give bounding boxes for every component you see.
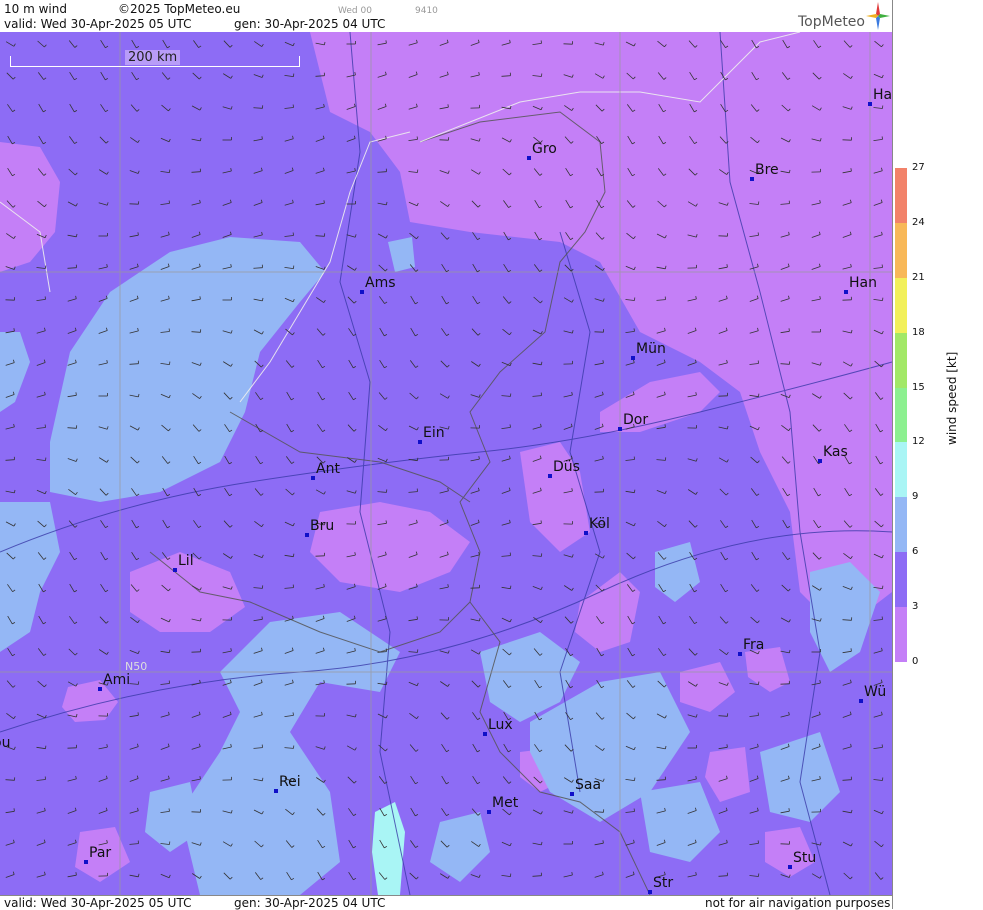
city-label: Rei bbox=[279, 774, 301, 790]
city-label: Ami bbox=[103, 672, 130, 688]
colorbar-tick: 24 bbox=[912, 217, 925, 228]
header-bar: 10 m wind ©2025 TopMeteo.eu Wed 00 9410 … bbox=[0, 0, 892, 32]
city-label: Str bbox=[653, 875, 673, 891]
city-label: Bru bbox=[310, 518, 334, 534]
colorbar-tick: 27 bbox=[912, 162, 925, 173]
city-marker bbox=[750, 177, 754, 181]
city-marker bbox=[98, 687, 102, 691]
scale-bar-label: 200 km bbox=[125, 50, 180, 65]
city-marker bbox=[818, 459, 822, 463]
city-label: Han bbox=[849, 275, 877, 291]
colorbar-segment bbox=[895, 168, 907, 223]
city-marker bbox=[859, 699, 863, 703]
city-label: Fra bbox=[743, 637, 764, 653]
city-marker bbox=[360, 290, 364, 294]
city-marker bbox=[868, 102, 872, 106]
colorbar-segment bbox=[895, 223, 907, 278]
city-marker bbox=[84, 860, 88, 864]
city-label: Dor bbox=[623, 412, 648, 428]
colorbar-label: wind speed [kt] bbox=[945, 352, 959, 445]
colorbar-segment bbox=[895, 442, 907, 497]
city-marker bbox=[418, 440, 422, 444]
colorbar-segment bbox=[895, 388, 907, 443]
city-label: Ha bbox=[873, 87, 892, 103]
valid-time: valid: Wed 30-Apr-2025 05 UTC bbox=[4, 17, 191, 31]
field-title: 10 m wind bbox=[4, 2, 67, 16]
footer-gen-time: gen: 30-Apr-2025 04 UTC bbox=[234, 896, 385, 910]
city-marker bbox=[305, 533, 309, 537]
compass-logo-icon bbox=[866, 2, 890, 30]
city-marker bbox=[788, 865, 792, 869]
colorbar-segment bbox=[895, 333, 907, 388]
city-marker bbox=[844, 290, 848, 294]
topmeteo-logo: TopMeteo bbox=[798, 14, 865, 30]
city-label: Wü bbox=[864, 684, 886, 700]
colorbar-tick: 9 bbox=[912, 491, 918, 502]
colorbar-segment bbox=[895, 607, 907, 662]
city-label: Kas bbox=[823, 444, 848, 460]
city-marker bbox=[738, 652, 742, 656]
city-label: Ein bbox=[423, 425, 445, 441]
legend-panel: 0 3 6 9 12 15 18 21 24 27 wind speed [kt] bbox=[892, 0, 983, 909]
city-marker bbox=[618, 427, 622, 431]
footer-valid-time: valid: Wed 30-Apr-2025 05 UTC bbox=[4, 896, 191, 910]
city-label: Stu bbox=[793, 850, 816, 866]
city-label: Lil bbox=[178, 553, 194, 569]
colorbar-tick: 21 bbox=[912, 272, 925, 283]
city-label: Ams bbox=[365, 275, 396, 291]
city-label: Bre bbox=[755, 162, 779, 178]
colorbar-tick: 12 bbox=[912, 436, 925, 447]
city-marker bbox=[570, 792, 574, 796]
run-label: Wed 00 bbox=[338, 4, 372, 18]
colorbar-tick: 18 bbox=[912, 327, 925, 338]
colorbar-tick: 0 bbox=[912, 656, 918, 667]
city-marker bbox=[584, 531, 588, 535]
city-marker bbox=[648, 890, 652, 894]
gen-time: gen: 30-Apr-2025 04 UTC bbox=[234, 17, 385, 31]
city-label: Gro bbox=[532, 141, 557, 157]
colorbar-segment bbox=[895, 497, 907, 552]
city-marker bbox=[631, 356, 635, 360]
city-label: Met bbox=[492, 795, 518, 811]
city-label: Ant bbox=[316, 461, 340, 477]
colorbar-tick: 6 bbox=[912, 546, 918, 557]
city-label: Köl bbox=[589, 516, 610, 532]
city-label: Lux bbox=[488, 717, 513, 733]
disclaimer: not for air navigation purposes bbox=[705, 896, 890, 910]
wind-map[interactable]: 200 km N50 GroBreHaAmsHanMünDorEinKasAnt… bbox=[0, 32, 892, 895]
copyright: ©2025 TopMeteo.eu bbox=[118, 2, 240, 16]
city-label: ou bbox=[0, 735, 10, 751]
city-marker bbox=[487, 810, 491, 814]
colorbar-tick: 3 bbox=[912, 601, 918, 612]
colorbar-segment bbox=[895, 552, 907, 607]
city-label: Saa bbox=[575, 777, 601, 793]
colorbar-segment bbox=[895, 278, 907, 333]
city-label: Mün bbox=[636, 341, 666, 357]
city-marker bbox=[548, 474, 552, 478]
city-marker bbox=[527, 156, 531, 160]
city-marker bbox=[483, 732, 487, 736]
footer-bar: valid: Wed 30-Apr-2025 05 UTC gen: 30-Ap… bbox=[0, 895, 892, 910]
code-label: 9410 bbox=[415, 4, 438, 18]
city-label: Par bbox=[89, 845, 111, 861]
city-label: Düs bbox=[553, 459, 580, 475]
city-marker bbox=[274, 789, 278, 793]
colorbar-tick: 15 bbox=[912, 382, 925, 393]
city-marker bbox=[173, 568, 177, 572]
city-marker bbox=[311, 476, 315, 480]
